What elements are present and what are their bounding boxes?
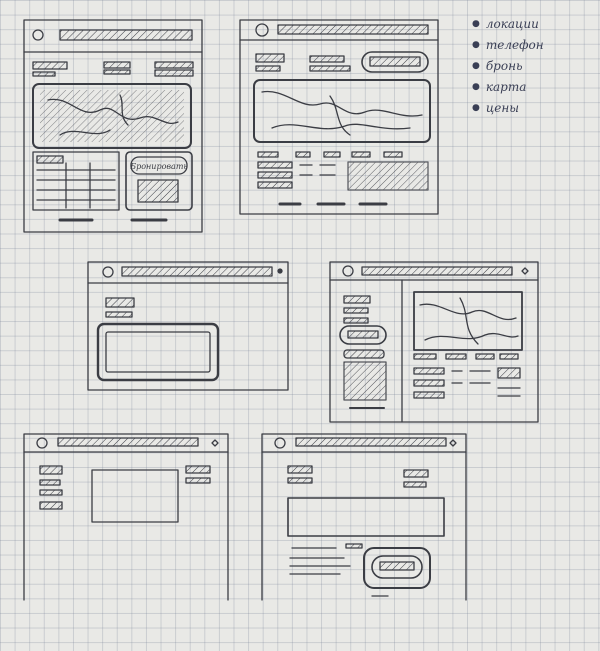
wireframe-form [87, 261, 289, 391]
address-bar [57, 437, 199, 447]
address-bar [59, 29, 193, 41]
logo-circle-icon [36, 437, 48, 449]
logo-circle-icon [274, 437, 286, 449]
logo-circle-icon [342, 265, 354, 277]
wireframe-home-map: Бронировать [23, 19, 203, 233]
address-bar [295, 437, 447, 447]
wireframe-booking-map [239, 19, 439, 215]
booking-button-label[interactable]: Бронировать [129, 162, 188, 171]
logo-circle-icon [102, 266, 114, 278]
wireframe-detail [23, 433, 229, 601]
address-bar [361, 266, 513, 276]
wireframe-locations-map [329, 261, 539, 423]
address-bar [277, 24, 429, 35]
heart-icon [211, 439, 219, 447]
heart-icon [521, 267, 529, 275]
text-area [287, 497, 445, 537]
wireframe-sketch-sheet: Бронировать [23, 19, 539, 601]
heart-icon [449, 439, 457, 447]
logo-circle-icon [255, 23, 269, 37]
address-bar [121, 266, 273, 277]
wireframe-contact [261, 433, 467, 601]
logo-circle-icon [32, 29, 44, 41]
